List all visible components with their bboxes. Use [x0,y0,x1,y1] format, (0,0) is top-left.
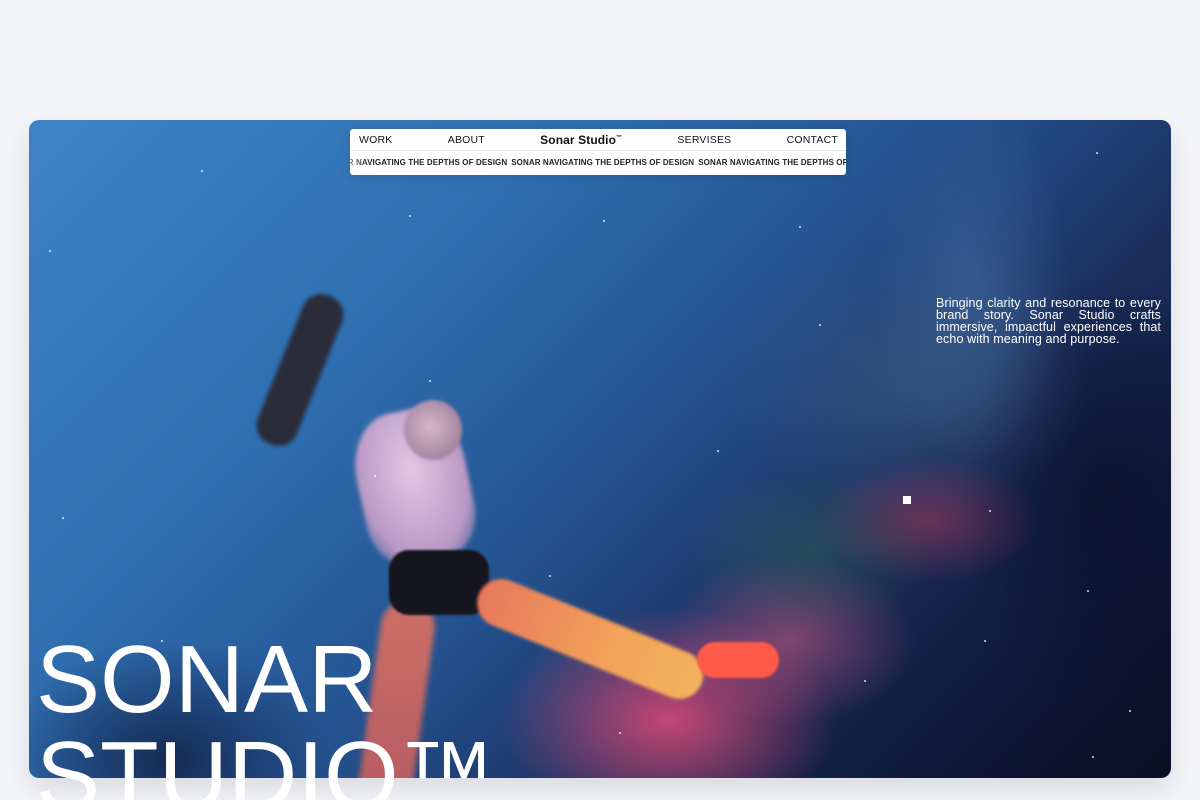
particle [62,517,64,519]
page: WORK ABOUT Sonar Studio™ SERVISES CONTAC… [0,0,1200,800]
particle [1092,756,1094,758]
hero-title: SONAR STUDIO™ [36,632,495,800]
hero-title-line-1: SONAR [36,626,378,734]
nav-link-about[interactable]: ABOUT [448,134,485,146]
marquee-item: SONAR NAVIGATING THE DEPTHS OF DESIGN SO [698,158,846,167]
particle [984,640,986,642]
particle [409,215,411,217]
hero-runner-shoe [697,642,779,678]
cursor-marker [903,496,911,504]
particle [549,575,551,577]
particle [819,324,821,326]
particle [201,170,203,172]
nav-brand-mark: ™ [616,134,623,141]
hero-tagline: Bringing clarity and resonance to every … [936,295,1161,346]
marquee-item: NAR NAVIGATING THE DEPTHS OF DESIGN [350,158,508,167]
marquee-ticker: NAR NAVIGATING THE DEPTHS OF DESIGN SONA… [350,152,846,175]
marquee-track: NAR NAVIGATING THE DEPTHS OF DESIGN SONA… [350,158,846,167]
nav-brand-name: Sonar Studio [540,132,617,147]
nav-link-services[interactable]: SERVISES [677,134,731,146]
top-navigation: WORK ABOUT Sonar Studio™ SERVISES CONTAC… [350,129,846,175]
hero-title-line-2: STUDIO™ [36,722,495,800]
particle [49,250,51,252]
marquee-item: SONAR NAVIGATING THE DEPTHS OF DESIGN [511,158,695,167]
nav-links-row: WORK ABOUT Sonar Studio™ SERVISES CONTAC… [350,129,846,151]
particle [1096,152,1098,154]
particle [603,220,605,222]
nav-link-work[interactable]: WORK [359,134,392,146]
hero-runner-shorts [389,550,489,615]
particle [864,680,866,682]
particle [1087,590,1089,592]
particle [717,450,719,452]
particle [429,380,431,382]
hero-runner-arm [250,287,350,453]
particle [1129,710,1131,712]
nav-link-contact[interactable]: CONTACT [787,134,838,146]
particle [619,732,621,734]
hero-runner-head [404,400,462,460]
particle [799,226,801,228]
particle [989,510,991,512]
nav-brand-logo[interactable]: Sonar Studio™ [540,133,622,147]
particle [374,475,376,477]
